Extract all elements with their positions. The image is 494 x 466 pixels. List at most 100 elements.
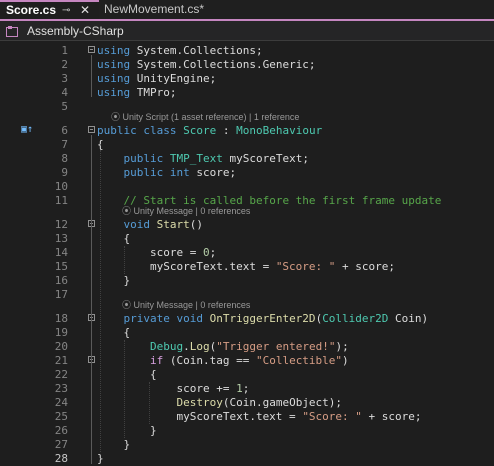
code-text: public int score; — [97, 166, 237, 180]
code-token: ) — [342, 354, 349, 367]
line-number: 16 — [54, 274, 68, 287]
code-token: MonoBehaviour — [236, 124, 323, 137]
code-token: (Coin.tag == — [163, 354, 256, 367]
code-token: Score — [183, 124, 217, 137]
code-token: Coin) — [388, 312, 429, 325]
line-number: 17 — [54, 288, 68, 301]
code-line[interactable]: 8 public TMP_Text myScoreText; — [0, 152, 494, 166]
code-token: using — [97, 58, 131, 71]
code-token: { — [97, 368, 157, 381]
code-line[interactable]: 22 { — [0, 368, 494, 382]
code-line[interactable]: 14 score = 0; — [0, 246, 494, 260]
tab-score-cs[interactable]: Score.cs ⊸ ✕ — [0, 0, 99, 19]
close-icon[interactable]: ✕ — [80, 2, 90, 19]
code-line[interactable]: 18 private void OnTriggerEnter2D(Collide… — [0, 312, 494, 326]
code-token: Start — [156, 218, 190, 231]
code-line[interactable]: 21 if (Coin.tag == "Collectible") — [0, 354, 494, 368]
code-token: } — [97, 274, 131, 287]
codelens-info[interactable]: ⦿ Unity Message | 0 references — [122, 205, 250, 217]
code-line[interactable]: 25 myScoreText.text = "Score: " + score; — [0, 410, 494, 424]
code-line[interactable]: 10 — [0, 180, 494, 194]
collapse-icon[interactable] — [88, 126, 95, 133]
code-text: myScoreText.text = "Score: " + score; — [97, 260, 395, 274]
code-token: System.Collections.Generic; — [130, 58, 316, 71]
code-line[interactable]: 15 myScoreText.text = "Score: " + score; — [0, 260, 494, 274]
csharp-project-icon — [6, 26, 18, 37]
code-line[interactable]: 27 } — [0, 438, 494, 452]
code-token: } — [97, 438, 131, 451]
code-text: myScoreText.text = "Score: " + score; — [97, 410, 421, 424]
line-number: 3 — [61, 72, 68, 85]
code-text: { — [97, 232, 130, 246]
code-token: "Score: " — [302, 410, 362, 423]
line-number: 2 — [61, 58, 68, 71]
collapse-icon[interactable] — [88, 46, 95, 53]
code-token: : — [216, 124, 237, 137]
pin-icon[interactable]: ⊸ — [62, 2, 70, 19]
codelens-info[interactable]: ⦿ Unity Message | 0 references — [122, 299, 250, 311]
code-line[interactable]: 2 using System.Collections.Generic; — [0, 58, 494, 72]
code-editor[interactable]: ▣↑ 1 using System.Collections; 2 using Syst… — [0, 41, 494, 465]
line-number: 4 — [61, 86, 68, 99]
code-token: "Trigger entered!" — [216, 340, 336, 353]
code-line[interactable]: 1 using System.Collections; — [0, 44, 494, 58]
code-token: } — [97, 424, 157, 437]
code-token: ; — [209, 246, 217, 259]
code-line[interactable]: 26 } — [0, 424, 494, 438]
code-token: void — [123, 218, 157, 231]
code-token: OnTriggerEnter2D — [209, 312, 316, 325]
line-number: 22 — [54, 368, 68, 381]
code-text: using System.Collections; — [97, 44, 263, 58]
line-number: 9 — [61, 166, 68, 179]
code-token: myScoreText.text = — [97, 410, 303, 423]
code-line[interactable]: 24 Destroy(Coin.gameObject); — [0, 396, 494, 410]
code-token: "Collectible" — [255, 354, 343, 367]
tab-label: Score.cs — [6, 3, 57, 17]
line-number: 11 — [54, 194, 68, 207]
code-token: Log — [189, 340, 210, 353]
code-token: } — [97, 452, 104, 465]
code-line[interactable]: 9 public int score; — [0, 166, 494, 180]
project-dropdown[interactable]: Assembly-CSharp — [27, 21, 124, 41]
code-line[interactable]: 12 void Start() — [0, 218, 494, 232]
code-line[interactable]: 20 Debug.Log("Trigger entered!"); — [0, 340, 494, 354]
tab-newmovement-cs[interactable]: NewMovement.cs* — [99, 0, 219, 19]
code-line[interactable]: 7{ — [0, 138, 494, 152]
code-text: public class Score : MonoBehaviour — [97, 124, 322, 138]
code-line[interactable]: 19 { — [0, 326, 494, 340]
code-line[interactable]: 6 public class Score : MonoBehaviour — [0, 124, 494, 138]
code-token: myScoreText; — [222, 152, 309, 165]
code-line[interactable]: 4 using TMPro; — [0, 86, 494, 100]
code-token: + score; — [335, 260, 396, 273]
fold-region-line — [91, 379, 92, 427]
code-line[interactable]: 23 score += 1; — [0, 382, 494, 396]
code-text: using TMPro; — [97, 86, 176, 100]
code-token: TMPro; — [130, 86, 177, 99]
code-text: { — [97, 326, 130, 340]
code-text: private void OnTriggerEnter2D(Collider2D… — [97, 312, 429, 326]
line-number: 15 — [54, 260, 68, 273]
code-text: Destroy(Coin.gameObject); — [97, 396, 342, 410]
code-text: using System.Collections.Generic; — [97, 58, 316, 72]
code-token: ); — [335, 340, 349, 353]
code-token: Debug — [149, 340, 184, 353]
line-number: 5 — [61, 100, 68, 113]
code-token: public class — [97, 124, 184, 137]
code-token: "Score: " — [275, 260, 336, 273]
code-token: ; — [242, 382, 250, 395]
code-token: public int — [123, 166, 190, 179]
code-line[interactable]: 3 using UnityEngine; — [0, 72, 494, 86]
line-number: 14 — [54, 246, 68, 259]
line-number: 23 — [54, 382, 68, 395]
code-text: } — [97, 424, 157, 438]
line-number: 18 — [54, 312, 68, 325]
line-number: 24 — [54, 396, 68, 409]
code-token: 0 — [202, 246, 210, 259]
code-line[interactable]: 16 } — [0, 274, 494, 288]
code-token: { — [97, 326, 131, 339]
indent-guide — [100, 150, 101, 452]
code-text: } — [97, 438, 130, 452]
indent-guide — [149, 382, 150, 424]
codelens-info[interactable]: ⦿ Unity Script (1 asset reference) | 1 r… — [111, 111, 299, 123]
code-line[interactable]: 13 { — [0, 232, 494, 246]
